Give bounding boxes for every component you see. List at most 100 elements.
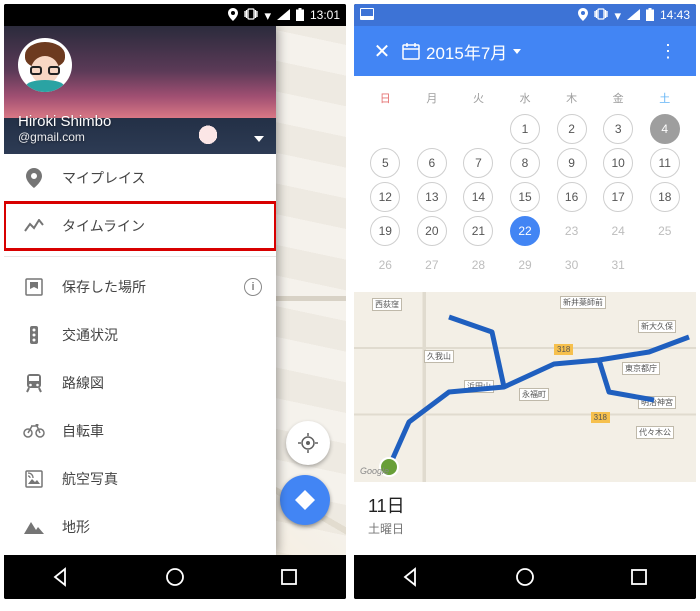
battery-icon xyxy=(646,8,654,23)
calendar-day: 27 xyxy=(409,248,456,282)
calendar-day[interactable]: 2 xyxy=(548,112,595,146)
menu-label: 路線図 xyxy=(62,373,104,393)
menu-bicycle[interactable]: 自転車 xyxy=(4,407,276,455)
calendar-day[interactable]: 8 xyxy=(502,146,549,180)
menu-label: 地形 xyxy=(62,517,90,537)
menu-transit[interactable]: 路線図 xyxy=(4,359,276,407)
menu-label: 自転車 xyxy=(62,421,104,441)
month-picker[interactable]: 2015年7月 xyxy=(402,39,648,64)
calendar-day: 31 xyxy=(595,248,642,282)
status-bar: ▾ 14:43 xyxy=(354,4,696,26)
menu-terrain[interactable]: 地形 xyxy=(4,503,276,551)
info-icon[interactable]: i xyxy=(244,278,262,296)
calendar-cell-empty xyxy=(409,112,456,146)
dow-thu: 木 xyxy=(548,84,595,112)
calendar-cell-empty xyxy=(362,112,409,146)
back-button[interactable] xyxy=(400,566,422,588)
directions-button[interactable] xyxy=(280,475,330,525)
calendar-day[interactable]: 4 xyxy=(641,112,688,146)
close-button[interactable]: ✕ xyxy=(362,39,402,64)
map-attribution: Google xyxy=(360,466,389,476)
calendar-day[interactable]: 18 xyxy=(641,180,688,214)
day-subtitle: 土曜日 xyxy=(368,520,682,537)
pin-icon xyxy=(20,168,48,188)
calendar-day[interactable]: 19 xyxy=(362,214,409,248)
route-line xyxy=(354,292,696,482)
account-email: @gmail.com xyxy=(18,130,246,144)
wifi-icon: ▾ xyxy=(614,9,621,22)
calendar-day[interactable]: 13 xyxy=(409,180,456,214)
calendar-day[interactable]: 11 xyxy=(641,146,688,180)
my-location-button[interactable] xyxy=(286,421,330,465)
calendar-day[interactable]: 22 xyxy=(502,214,549,248)
calendar: 日 月 火 水 木 金 土 12345678910111213141516171… xyxy=(354,76,696,292)
calendar-day[interactable]: 14 xyxy=(455,180,502,214)
day-title: 11日 xyxy=(368,492,682,518)
menu-saved[interactable]: 保存した場所 i xyxy=(4,263,276,311)
calendar-day[interactable]: 15 xyxy=(502,180,549,214)
calendar-day[interactable]: 1 xyxy=(502,112,549,146)
calendar-day: 29 xyxy=(502,248,549,282)
android-navbar xyxy=(4,555,346,599)
recents-button[interactable] xyxy=(278,566,300,588)
calendar-day[interactable]: 16 xyxy=(548,180,595,214)
vibrate-icon xyxy=(244,8,258,22)
avatar[interactable] xyxy=(18,38,72,92)
timeline-header: ✕ 2015年7月 ⋮ xyxy=(354,26,696,76)
day-summary[interactable]: 11日 土曜日 xyxy=(354,482,696,537)
calendar-week: 1234 xyxy=(362,112,688,146)
drawer-header[interactable]: Hiroki Shimbo @gmail.com xyxy=(4,26,276,154)
traffic-icon xyxy=(20,325,48,345)
calendar-day[interactable]: 9 xyxy=(548,146,595,180)
dow-wed: 水 xyxy=(502,84,549,112)
calendar-icon xyxy=(402,42,420,60)
home-button[interactable] xyxy=(514,566,536,588)
phone-left: ▾ 13:01 xyxy=(4,4,346,599)
calendar-day[interactable]: 12 xyxy=(362,180,409,214)
clock-text: 14:43 xyxy=(660,8,690,22)
satellite-icon xyxy=(20,470,48,488)
calendar-dow-row: 日 月 火 水 木 金 土 xyxy=(362,84,688,112)
menu-satellite[interactable]: 航空写真 xyxy=(4,455,276,503)
android-navbar xyxy=(354,555,696,599)
menu-traffic[interactable]: 交通状況 xyxy=(4,311,276,359)
signal-icon xyxy=(277,9,290,22)
recents-button[interactable] xyxy=(628,566,650,588)
dropdown-icon xyxy=(513,49,521,54)
signal-icon xyxy=(627,9,640,22)
calendar-week: 262728293031 xyxy=(362,248,688,282)
calendar-cell-empty xyxy=(455,112,502,146)
timeline-map[interactable]: 西荻窪 久我山 浜田山 永福町 新井薬師前 新大久保 東京都庁 明治神宮 代々木… xyxy=(354,292,696,482)
calendar-day[interactable]: 20 xyxy=(409,214,456,248)
calendar-day: 24 xyxy=(595,214,642,248)
dow-sun: 日 xyxy=(362,84,409,112)
phone-right: ▾ 14:43 ✕ 2015年7月 xyxy=(354,4,696,599)
calendar-week: 12131415161718 xyxy=(362,180,688,214)
calendar-day[interactable]: 6 xyxy=(409,146,456,180)
dow-mon: 月 xyxy=(409,84,456,112)
menu-timeline[interactable]: タイムライン xyxy=(4,202,276,250)
menu-my-places[interactable]: マイプレイス xyxy=(4,154,276,202)
overflow-button[interactable]: ⋮ xyxy=(648,41,688,62)
calendar-day[interactable]: 21 xyxy=(455,214,502,248)
home-button[interactable] xyxy=(164,566,186,588)
dow-tue: 火 xyxy=(455,84,502,112)
bicycle-icon xyxy=(20,424,48,438)
calendar-cell-empty xyxy=(641,248,688,282)
calendar-day[interactable]: 5 xyxy=(362,146,409,180)
dow-sat: 土 xyxy=(641,84,688,112)
drawer-menu: マイプレイス タイムライン 保存した場所 i xyxy=(4,154,276,555)
calendar-day[interactable]: 10 xyxy=(595,146,642,180)
account-dropdown-icon[interactable] xyxy=(254,136,264,142)
menu-label: タイムライン xyxy=(62,216,145,236)
menu-label: 交通状況 xyxy=(62,325,118,345)
calendar-day[interactable]: 17 xyxy=(595,180,642,214)
calendar-day[interactable]: 3 xyxy=(595,112,642,146)
calendar-day: 25 xyxy=(641,214,688,248)
menu-label: マイプレイス xyxy=(62,168,146,188)
wifi-icon: ▾ xyxy=(264,9,271,22)
back-button[interactable] xyxy=(50,566,72,588)
menu-label: 保存した場所 xyxy=(62,277,146,297)
calendar-day[interactable]: 7 xyxy=(455,146,502,180)
calendar-day: 23 xyxy=(548,214,595,248)
